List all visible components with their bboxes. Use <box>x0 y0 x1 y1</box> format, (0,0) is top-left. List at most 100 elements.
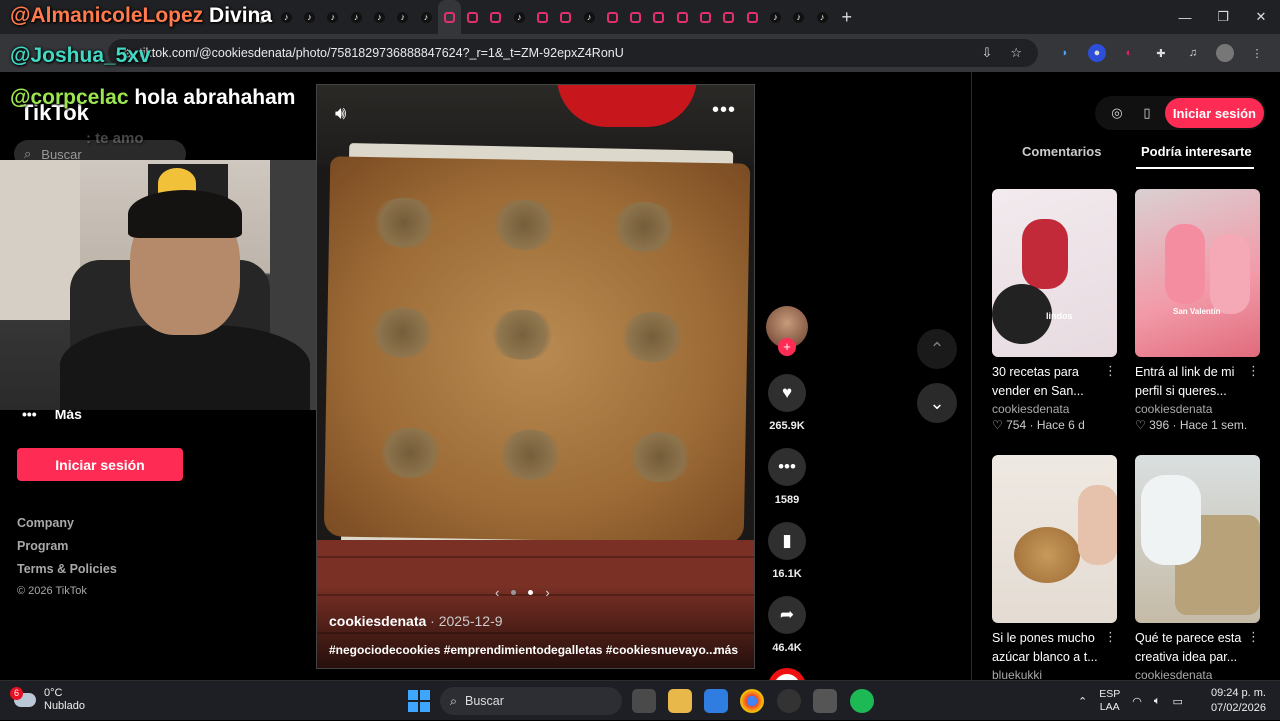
new-tab-button[interactable]: + <box>834 0 860 34</box>
tab-instagram[interactable] <box>601 0 624 34</box>
tab-tiktok[interactable]: ♪ <box>275 0 298 34</box>
card-menu-icon[interactable]: ⋮ <box>1104 363 1117 379</box>
tab-instagram[interactable] <box>624 0 647 34</box>
footer-link-company[interactable]: Company <box>17 516 117 530</box>
footer-link-terms[interactable]: Terms & Policies <box>17 562 117 576</box>
spotify-icon[interactable] <box>850 689 874 713</box>
video-thumbnail[interactable] <box>992 455 1117 623</box>
taskbar-search[interactable]: ⌕ Buscar <box>440 687 622 715</box>
suggested-video-card[interactable]: ⋮ Qué te parece esta creativa idea par..… <box>1135 455 1260 682</box>
start-button[interactable] <box>408 690 430 712</box>
task-view-icon[interactable] <box>632 689 656 713</box>
previous-video-button[interactable]: ⌃ <box>917 329 957 369</box>
more-options-icon[interactable]: ••• <box>712 99 736 122</box>
video-author[interactable]: cookiesdenata · 2025-12-9 <box>329 613 503 629</box>
app-icon[interactable] <box>813 689 837 713</box>
tab-instagram[interactable] <box>741 0 764 34</box>
profile-avatar[interactable] <box>1216 44 1234 62</box>
maximize-button[interactable]: ❐ <box>1204 0 1242 34</box>
video-hashtags[interactable]: #negociodecookies #emprendimientodegalle… <box>329 643 716 657</box>
card-title[interactable]: Si le pones mucho azúcar blanco a t... <box>992 629 1102 667</box>
video-player[interactable]: 🔊︎ ••• ‹ › cookiesdenata · 2025-12-9 #ne… <box>316 84 755 669</box>
tab-tiktok[interactable]: ♪ <box>577 0 600 34</box>
tab-tiktok[interactable]: ♪ <box>414 0 437 34</box>
volume-icon[interactable]: 🔈︎ <box>1154 695 1161 708</box>
media-control-icon[interactable]: ♫ <box>1184 44 1202 62</box>
battery-icon[interactable]: ▭ <box>1172 695 1182 708</box>
tab-you-may-like[interactable]: Podría interesarte <box>1141 144 1252 159</box>
tab-instagram[interactable] <box>647 0 670 34</box>
card-author[interactable]: cookiesdenata <box>992 402 1117 416</box>
bookmark-star-icon[interactable]: ☆ <box>1010 45 1022 61</box>
extension-2-icon[interactable]: ● <box>1088 44 1106 62</box>
card-menu-icon[interactable]: ⋮ <box>1247 629 1260 645</box>
caption-more-link[interactable]: más <box>714 643 738 657</box>
tab-tiktok[interactable]: ♪ <box>764 0 787 34</box>
install-app-icon[interactable]: ⇩ <box>981 45 992 61</box>
wifi-icon[interactable]: ◠ <box>1132 695 1142 708</box>
login-button[interactable]: Iniciar sesión <box>17 448 183 481</box>
follow-plus-icon[interactable]: + <box>778 338 796 356</box>
heart-icon[interactable]: ♥ <box>768 374 806 412</box>
tab-instagram[interactable] <box>694 0 717 34</box>
volume-icon[interactable]: 🔊︎ <box>335 103 346 124</box>
language-indicator[interactable]: ESP LAA <box>1099 688 1120 714</box>
suggested-video-card[interactable]: lindos ⋮ 30 recetas para vender en San..… <box>992 189 1117 432</box>
extension-1-icon[interactable]: ◗ <box>1056 44 1074 62</box>
tab-tiktok[interactable]: ♪ <box>344 0 367 34</box>
card-author[interactable]: cookiesdenata <box>1135 402 1260 416</box>
next-slide-icon[interactable]: › <box>545 585 549 600</box>
minimize-button[interactable]: — <box>1166 0 1204 34</box>
share-icon[interactable]: ➦ <box>768 596 806 634</box>
tab-comments[interactable]: Comentarios <box>1022 144 1101 159</box>
tab-instagram[interactable] <box>554 0 577 34</box>
tab-instagram[interactable] <box>484 0 507 34</box>
video-thumbnail[interactable] <box>1135 455 1260 623</box>
slide-dot-active[interactable] <box>528 590 534 595</box>
tab-instagram[interactable] <box>437 0 461 34</box>
compass-icon[interactable]: ◎ <box>1105 101 1129 125</box>
chrome-icon[interactable] <box>740 689 764 713</box>
file-explorer-icon[interactable] <box>668 689 692 713</box>
tab-tiktok[interactable]: ♪ <box>787 0 810 34</box>
close-window-button[interactable]: ✕ <box>1242 0 1280 34</box>
comment-icon[interactable]: ••• <box>768 448 806 486</box>
browser-menu-icon[interactable]: ⋮ <box>1248 44 1266 62</box>
extension-3-icon[interactable]: ◐ <box>1120 44 1138 62</box>
tab-tiktok[interactable]: ♪ <box>508 0 531 34</box>
obs-icon[interactable] <box>777 689 801 713</box>
author-avatar[interactable]: + <box>766 306 808 356</box>
extensions-puzzle-icon[interactable]: ✚ <box>1152 44 1170 62</box>
tab-tiktok[interactable]: ♪ <box>368 0 391 34</box>
video-thumbnail[interactable]: lindos <box>992 189 1117 357</box>
next-video-button[interactable]: ⌄ <box>917 383 957 423</box>
chevron-up-icon[interactable]: ⌃ <box>1078 695 1087 708</box>
card-title[interactable]: Qué te parece esta creativa idea par... <box>1135 629 1245 667</box>
footer-link-program[interactable]: Program <box>17 539 117 553</box>
author-name[interactable]: cookiesdenata <box>329 613 426 629</box>
clock[interactable]: 09:24 p. m. 07/02/2026 <box>1211 686 1266 716</box>
tab-instagram[interactable] <box>461 0 484 34</box>
tab-tiktok[interactable]: ♪ <box>298 0 321 34</box>
card-title[interactable]: Entrá al link de mi perfil si queres... <box>1135 363 1245 401</box>
tab-tiktok[interactable]: ♪ <box>391 0 414 34</box>
tab-tiktok[interactable]: ♪ <box>810 0 833 34</box>
address-bar[interactable]: ⚙ tiktok.com/@cookiesdenata/photo/758182… <box>108 39 1038 67</box>
slide-dot[interactable] <box>511 590 517 595</box>
suggested-video-card[interactable]: ⋮ Si le pones mucho azúcar blanco a t...… <box>992 455 1117 682</box>
tab-instagram[interactable] <box>717 0 740 34</box>
suggested-video-card[interactable]: San Valentín ⋮ Entrá al link de mi perfi… <box>1135 189 1260 432</box>
mobile-app-icon[interactable]: ▯ <box>1135 101 1159 125</box>
tab-instagram[interactable] <box>671 0 694 34</box>
tab-instagram[interactable] <box>531 0 554 34</box>
card-menu-icon[interactable]: ⋮ <box>1104 629 1117 645</box>
prev-slide-icon[interactable]: ‹ <box>495 585 499 600</box>
card-menu-icon[interactable]: ⋮ <box>1247 363 1260 379</box>
weather-widget[interactable]: 6 0°C Nublado <box>10 687 85 713</box>
video-thumbnail[interactable]: San Valentín <box>1135 189 1260 357</box>
card-title[interactable]: 30 recetas para vender en San... <box>992 363 1102 401</box>
bookmark-icon[interactable]: ▮ <box>768 522 806 560</box>
header-login-button[interactable]: Iniciar sesión <box>1164 98 1264 128</box>
store-icon[interactable] <box>704 689 728 713</box>
tab-tiktok[interactable]: ♪ <box>321 0 344 34</box>
